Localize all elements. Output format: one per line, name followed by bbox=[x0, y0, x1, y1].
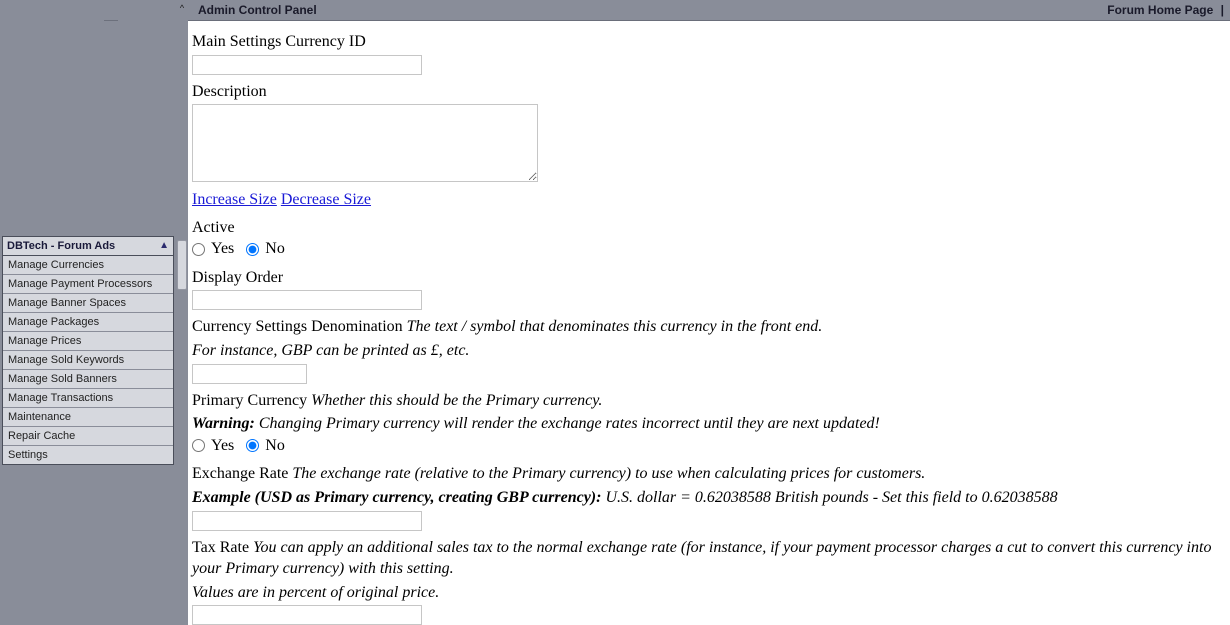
main-header: Admin Control Panel Forum Home Page | bbox=[188, 0, 1230, 21]
primary-label: Primary Currency bbox=[192, 392, 307, 409]
denomination-label: Currency Settings Denomination bbox=[192, 318, 403, 335]
sidebar-block-title: DBTech - Forum Ads bbox=[7, 240, 115, 252]
primary-help: Whether this should be the Primary curre… bbox=[311, 392, 602, 409]
primary-no-option[interactable]: No bbox=[246, 437, 285, 455]
exchange-rate-label: Exchange Rate bbox=[192, 465, 288, 482]
field-tax-rate: Tax Rate You can apply an additional sal… bbox=[192, 537, 1226, 625]
tax-rate-label: Tax Rate bbox=[192, 539, 249, 556]
sidebar-item-manage-sold-keywords[interactable]: Manage Sold Keywords bbox=[3, 351, 173, 370]
tax-rate-help: You can apply an additional sales tax to… bbox=[192, 539, 1211, 578]
field-active: Active Yes No bbox=[192, 217, 1226, 261]
display-order-input[interactable] bbox=[192, 290, 422, 310]
sidebar-item-manage-prices[interactable]: Manage Prices bbox=[3, 332, 173, 351]
primary-warning-text: Changing Primary currency will render th… bbox=[259, 415, 880, 432]
primary-yes-radio[interactable] bbox=[192, 439, 205, 452]
form-body: Main Settings Currency ID Description In… bbox=[188, 21, 1230, 625]
description-label: Description bbox=[192, 81, 1226, 103]
active-no-radio[interactable] bbox=[246, 243, 259, 256]
tax-rate-help2: Values are in percent of original price. bbox=[192, 582, 1226, 604]
denomination-help2: For instance, GBP can be printed as £, e… bbox=[192, 340, 1226, 362]
sidebar-top-space: — bbox=[2, 2, 174, 236]
exchange-rate-help: The exchange rate (relative to the Prima… bbox=[292, 465, 925, 482]
header-divider: | bbox=[1221, 3, 1224, 17]
decrease-size-link[interactable]: Decrease Size bbox=[281, 191, 371, 208]
denomination-help: The text / symbol that denominates this … bbox=[407, 318, 823, 335]
sidebar-item-repair-cache[interactable]: Repair Cache bbox=[3, 427, 173, 446]
active-label: Active bbox=[192, 217, 1226, 239]
primary-line: Primary Currency Whether this should be … bbox=[192, 390, 1226, 412]
page-title: Admin Control Panel bbox=[198, 3, 317, 17]
sidebar-item-maintenance[interactable]: Maintenance bbox=[3, 408, 173, 427]
denomination-input[interactable] bbox=[192, 364, 307, 384]
sidebar-item-manage-packages[interactable]: Manage Packages bbox=[3, 313, 173, 332]
app-root: — DBTech - Forum Ads ▲ Manage Currencies… bbox=[0, 0, 1230, 625]
sidebar-item-manage-transactions[interactable]: Manage Transactions bbox=[3, 389, 173, 408]
main-panel: Admin Control Panel Forum Home Page | Ma… bbox=[188, 0, 1230, 625]
denomination-line: Currency Settings Denomination The text … bbox=[192, 316, 1226, 338]
exchange-line: Exchange Rate The exchange rate (relativ… bbox=[192, 463, 1226, 485]
sidebar-item-manage-banner-spaces[interactable]: Manage Banner Spaces bbox=[3, 294, 173, 313]
field-description: Description Increase Size Decrease Size bbox=[192, 81, 1226, 211]
sidebar-block-header[interactable]: DBTech - Forum Ads ▲ bbox=[3, 237, 173, 256]
sidebar-item-manage-sold-banners[interactable]: Manage Sold Banners bbox=[3, 370, 173, 389]
header-right: Forum Home Page | bbox=[1107, 3, 1224, 17]
field-exchange-rate: Exchange Rate The exchange rate (relativ… bbox=[192, 463, 1226, 530]
primary-warning-bold: Warning: bbox=[192, 415, 255, 432]
exchange-rate-input[interactable] bbox=[192, 511, 422, 531]
field-denomination: Currency Settings Denomination The text … bbox=[192, 316, 1226, 383]
splitter: ^ bbox=[176, 0, 188, 625]
active-no-option[interactable]: No bbox=[246, 240, 285, 258]
sidebar-item-manage-currencies[interactable]: Manage Currencies bbox=[3, 256, 173, 275]
sidebar-list: Manage Currencies Manage Payment Process… bbox=[3, 256, 173, 464]
exchange-example-bold: Example (USD as Primary currency, creati… bbox=[192, 489, 601, 506]
tax-line: Tax Rate You can apply an additional sal… bbox=[192, 537, 1226, 580]
increase-size-link[interactable]: Increase Size bbox=[192, 191, 277, 208]
display-order-label: Display Order bbox=[192, 267, 1226, 289]
active-no-label: No bbox=[265, 240, 285, 258]
collapse-arrow-icon[interactable]: ^ bbox=[180, 3, 184, 13]
collapse-icon[interactable]: ▲ bbox=[159, 241, 169, 251]
primary-no-label: No bbox=[265, 437, 285, 455]
sidebar-decoration: — bbox=[104, 11, 118, 27]
sidebar-item-manage-payment-processors[interactable]: Manage Payment Processors bbox=[3, 275, 173, 294]
description-textarea[interactable] bbox=[192, 104, 538, 182]
primary-warning-line: Warning: Changing Primary currency will … bbox=[192, 413, 1226, 435]
primary-yes-option[interactable]: Yes bbox=[192, 437, 234, 455]
exchange-example-line: Example (USD as Primary currency, creati… bbox=[192, 487, 1226, 509]
sidebar-item-settings[interactable]: Settings bbox=[3, 446, 173, 464]
active-yes-radio[interactable] bbox=[192, 243, 205, 256]
sidebar-block: DBTech - Forum Ads ▲ Manage Currencies M… bbox=[2, 236, 174, 465]
primary-radio-group: Yes No bbox=[192, 437, 1226, 458]
primary-no-radio[interactable] bbox=[246, 439, 259, 452]
field-primary-currency: Primary Currency Whether this should be … bbox=[192, 390, 1226, 458]
field-currency-id: Main Settings Currency ID bbox=[192, 31, 1226, 75]
forum-home-link[interactable]: Forum Home Page bbox=[1107, 3, 1213, 17]
tax-rate-input[interactable] bbox=[192, 605, 422, 625]
splitter-handle[interactable] bbox=[177, 240, 187, 290]
sidebar: — DBTech - Forum Ads ▲ Manage Currencies… bbox=[0, 0, 176, 625]
resize-links: Increase Size Decrease Size bbox=[192, 189, 1226, 211]
active-yes-label: Yes bbox=[211, 240, 234, 258]
exchange-example-text: U.S. dollar = 0.62038588 British pounds … bbox=[605, 489, 1057, 506]
active-radio-group: Yes No bbox=[192, 240, 1226, 261]
field-display-order: Display Order bbox=[192, 267, 1226, 311]
active-yes-option[interactable]: Yes bbox=[192, 240, 234, 258]
currency-id-label: Main Settings Currency ID bbox=[192, 31, 1226, 53]
primary-yes-label: Yes bbox=[211, 437, 234, 455]
currency-id-input[interactable] bbox=[192, 55, 422, 75]
